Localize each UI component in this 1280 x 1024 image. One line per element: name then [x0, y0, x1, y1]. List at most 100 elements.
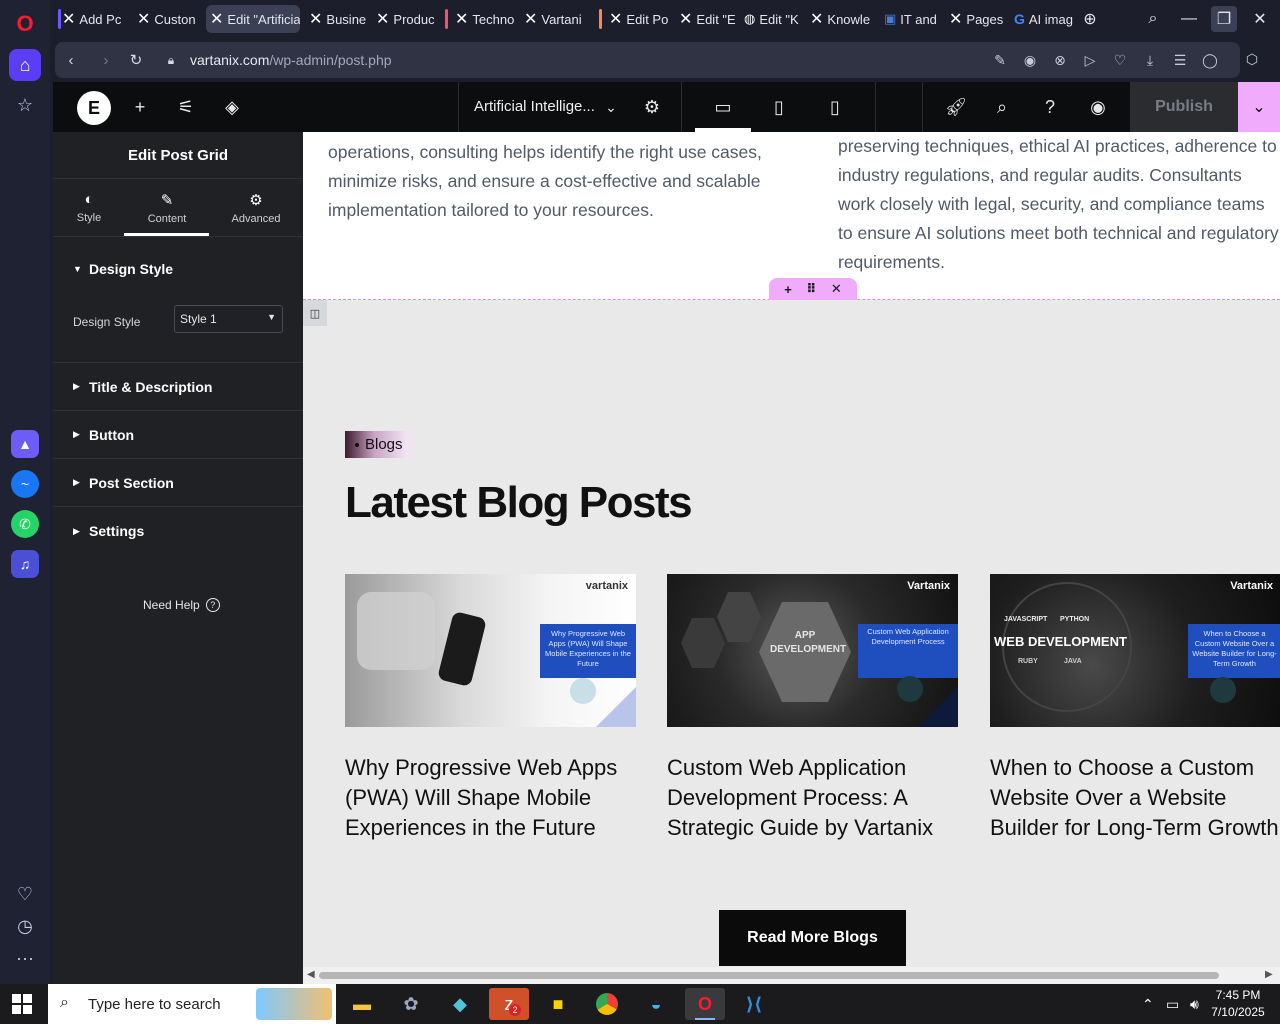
profile-icon[interactable]: ◯ — [1201, 51, 1219, 69]
design-style-select[interactable]: Style 1 ▼ — [174, 305, 283, 333]
lock-icon[interactable]: 🔒︎ — [161, 50, 181, 70]
chevron-down-icon[interactable]: ⌄ — [600, 96, 622, 118]
edge-icon[interactable]: ◒ — [636, 988, 676, 1020]
column-handle-icon[interactable]: ◫ — [303, 300, 327, 326]
more-dots-icon[interactable]: ··· — [9, 942, 41, 974]
windows-start-icon[interactable] — [12, 994, 32, 1014]
structure-layers-icon[interactable]: ◈ — [221, 96, 243, 118]
preview-eye-icon[interactable]: ◉ — [1087, 96, 1109, 118]
blog-card-image[interactable]: vartanix Why Progressive Web Apps (PWA) … — [345, 574, 636, 727]
heart-icon[interactable]: ♡ — [1111, 51, 1129, 69]
tab-4[interactable]: ✕ Produc — [372, 5, 434, 33]
blog-card-title[interactable]: Custom Web Application Development Proce… — [667, 753, 958, 843]
help-question-icon[interactable]: ? — [1039, 96, 1061, 118]
section-design-style[interactable]: ▼ Design Style — [53, 237, 303, 295]
zoom-chat-icon[interactable]: z2 — [489, 988, 529, 1020]
tray-chevron-up-icon[interactable]: ⌃ — [1142, 984, 1154, 1024]
tab-5[interactable]: ✕ Techno — [445, 5, 515, 33]
opera-logo-icon[interactable]: O — [9, 8, 41, 40]
chrome-icon[interactable] — [587, 988, 627, 1020]
tab-13[interactable]: G AI imag — [1010, 5, 1076, 33]
flow-send-icon[interactable]: ▷ — [1081, 51, 1099, 69]
section-button[interactable]: ▶ Button — [53, 411, 303, 459]
adblock-icon[interactable]: ⊗ — [1051, 51, 1069, 69]
blog-card-image[interactable]: JAVASCRIPT PYTHON WEB DEVELOPMENT RUBY J… — [990, 574, 1280, 727]
url-text[interactable]: vartanix.com/wp-admin/post.php — [190, 52, 392, 68]
home-icon[interactable]: ⌂ — [9, 49, 41, 81]
notifications-rocket-icon[interactable]: 🚀︎ — [945, 96, 968, 118]
speed-dial-star-icon[interactable]: ☆ — [9, 89, 41, 121]
blog-card-title[interactable]: Why Progressive Web Apps (PWA) Will Shap… — [345, 753, 636, 843]
tab-9[interactable]: ◍ Edit "K — [740, 5, 802, 33]
publish-button[interactable]: Publish — [1130, 82, 1238, 132]
publish-options-chevron-icon[interactable]: ⌄ — [1238, 82, 1280, 132]
opera-taskbar-icon[interactable]: O — [685, 988, 725, 1020]
sticky-notes-icon[interactable]: ■ — [538, 988, 578, 1020]
back-icon[interactable]: ‹ — [61, 50, 81, 70]
tab-1[interactable]: ✕ Custon — [133, 5, 197, 33]
tab-7[interactable]: ✕ Edit Po — [599, 5, 671, 33]
horizontal-scrollbar[interactable]: ◀ ▶ — [303, 967, 1280, 984]
tab-8[interactable]: ✕ Edit "E — [675, 5, 735, 33]
favorites-heart-icon[interactable]: ♡ — [9, 878, 41, 910]
new-tab-plus-icon[interactable]: ⊕ — [1077, 6, 1103, 32]
tab-2-active[interactable]: ✕ Edit "Artificia — [206, 5, 300, 33]
history-clock-icon[interactable]: ◷ — [9, 910, 41, 942]
content-section[interactable]: operations, consulting helps identify th… — [303, 132, 1280, 300]
music-player-icon[interactable]: ♫ — [11, 550, 39, 578]
file-explorer-icon[interactable]: ▬ — [342, 988, 382, 1020]
elementor-logo-icon[interactable]: E — [77, 91, 111, 125]
scrollbar-thumb[interactable] — [319, 972, 1219, 979]
messenger-icon[interactable]: ~ — [11, 470, 39, 498]
finder-search-icon[interactable]: ⌕ — [991, 96, 1013, 118]
add-element-plus-icon[interactable]: + — [129, 96, 151, 118]
address-bar[interactable]: ‹ › ↻ 🔒︎ vartanix.com/wp-admin/post.php … — [55, 42, 1240, 78]
blog-card-image[interactable]: APP DEVELOPMENT Vartanix Custom Web Appl… — [667, 574, 958, 727]
tab-style[interactable]: ◐ Style — [49, 191, 129, 224]
snapshot-camera-icon[interactable]: ◉ — [1021, 51, 1039, 69]
tab-content[interactable]: ✎ Content — [127, 191, 207, 225]
paint-app-icon[interactable]: ✿ — [391, 988, 431, 1020]
need-help-link[interactable]: Need Help? — [143, 598, 220, 612]
scroll-right-arrow-icon[interactable]: ▶ — [1265, 969, 1273, 980]
section-post-section[interactable]: ▶ Post Section — [53, 459, 303, 507]
tab-0[interactable]: ✕ Add Pc — [58, 5, 122, 33]
restore-icon[interactable]: ❐ — [1211, 6, 1237, 32]
tab-3[interactable]: ✕ Busine — [305, 5, 367, 33]
add-section-plus-icon[interactable]: + — [784, 282, 792, 297]
section-title-description[interactable]: ▶ Title & Description — [53, 363, 303, 411]
reload-icon[interactable]: ↻ — [126, 50, 146, 70]
minimize-icon[interactable]: — — [1176, 6, 1202, 32]
desktop-device-icon[interactable]: ▭ — [712, 96, 734, 118]
tablet-device-icon[interactable]: ▯ — [768, 96, 790, 118]
section-settings[interactable]: ▶ Settings — [53, 507, 303, 555]
download-icon[interactable]: ⤓ — [1141, 51, 1159, 69]
taskbar-clock[interactable]: 7:45 PM 7/10/2025 — [1208, 987, 1268, 1021]
document-title[interactable]: Artificial Intellige... — [474, 98, 595, 115]
tab-11[interactable]: ▣ IT and — [880, 5, 940, 33]
taskbar-search-input[interactable]: ⌕ Type here to search — [48, 984, 336, 1024]
whatsapp-icon[interactable]: ✆ — [11, 510, 39, 538]
blog-card[interactable]: APP DEVELOPMENT Vartanix Custom Web Appl… — [667, 574, 958, 843]
drag-grip-icon[interactable]: ⠿ — [806, 281, 816, 297]
read-more-button[interactable]: Read More Blogs — [719, 910, 906, 966]
network-icon[interactable]: ▭ — [1166, 984, 1179, 1024]
section-handle[interactable]: + ⠿ ✕ — [769, 278, 857, 300]
edit-page-icon[interactable]: ✎ — [991, 51, 1009, 69]
aria-app-icon[interactable]: ▲ — [11, 430, 39, 458]
delete-section-close-icon[interactable]: ✕ — [831, 281, 842, 297]
tab-6[interactable]: ✕ Vartani — [520, 5, 582, 33]
extensions-cube-icon[interactable]: ⬡ — [1243, 50, 1261, 68]
easy-setup-icon[interactable]: ☰ — [1171, 51, 1189, 69]
forward-icon[interactable]: › — [96, 50, 116, 70]
mobile-device-icon[interactable]: ▯ — [824, 96, 846, 118]
blog-card[interactable]: vartanix Why Progressive Web Apps (PWA) … — [345, 574, 636, 843]
volume-icon[interactable]: 🔊︎ — [1190, 984, 1199, 1024]
tab-10[interactable]: ✕ Knowle — [806, 5, 874, 33]
app-diamond-icon[interactable]: ◆ — [440, 988, 480, 1020]
vscode-icon[interactable]: ⟩⟨ — [734, 988, 774, 1020]
blog-card[interactable]: JAVASCRIPT PYTHON WEB DEVELOPMENT RUBY J… — [990, 574, 1280, 843]
tab-12[interactable]: ✕ Pages — [945, 5, 1005, 33]
blog-card-title[interactable]: When to Choose a Custom Website Over a W… — [990, 753, 1280, 843]
scroll-left-arrow-icon[interactable]: ◀ — [307, 969, 315, 980]
